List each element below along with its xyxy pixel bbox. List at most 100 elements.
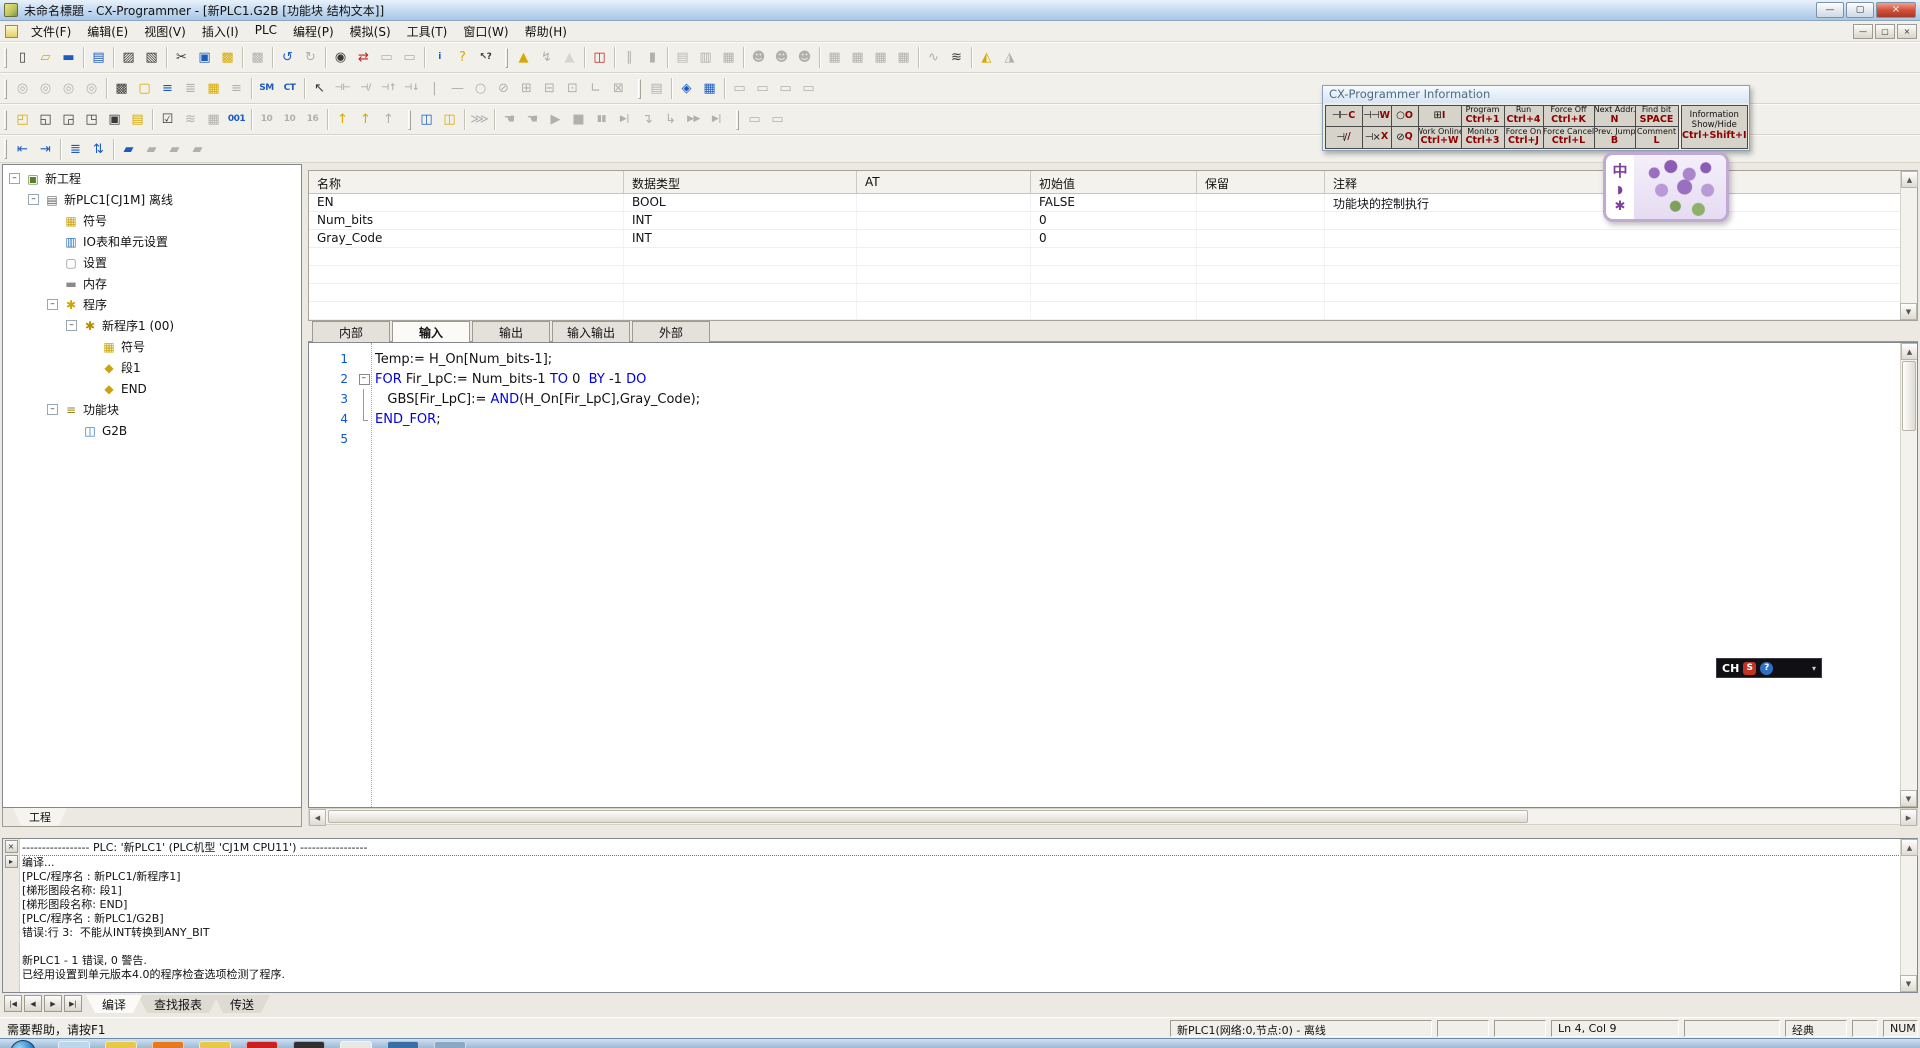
information-show-hide-cell[interactable]: Information Show/Hide Ctrl+Shift+I <box>1681 105 1747 149</box>
output-tab-1[interactable]: 查找报表 <box>138 995 218 1013</box>
instruction-icon[interactable]: ⊞ <box>515 78 538 100</box>
auto-online-icon[interactable]: ◫ <box>438 109 461 131</box>
menu-6[interactable]: 模拟(S) <box>342 21 399 42</box>
binary-view-icon[interactable]: 001 <box>225 109 248 131</box>
contact-no-icon[interactable]: ⊣⊢ <box>331 78 354 100</box>
tree-item-8[interactable]: ▦符号 <box>3 336 301 357</box>
ime-language-icon[interactable]: 中 <box>1612 160 1627 181</box>
taskbar-app-icon[interactable] <box>387 1041 419 1048</box>
list-view-icon[interactable]: ≣ <box>64 138 87 160</box>
save-icon[interactable]: ▬ <box>57 47 80 69</box>
output-tab-0[interactable]: 编译 <box>86 995 142 1013</box>
taskbar-app-icon[interactable] <box>434 1041 466 1048</box>
fb-library-icon[interactable]: ◈ <box>675 78 698 100</box>
program-transfer-icon[interactable]: ▤ <box>645 78 668 100</box>
closed-coil-icon[interactable]: ⊘Q <box>1391 126 1419 149</box>
output-scrollbar[interactable]: ▲ ▼ <box>1900 839 1917 992</box>
trace-icon[interactable]: ∿ <box>922 47 945 69</box>
keyboard-map-1-icon[interactable]: ▭ <box>743 109 766 131</box>
next-tab-icon[interactable]: ▶ <box>44 995 62 1012</box>
open-file-icon[interactable]: ▱ <box>34 47 57 69</box>
error-lightning-icon[interactable]: ↯ <box>535 47 558 69</box>
grid-toggle-icon[interactable]: ▩ <box>110 78 133 100</box>
tree-item-0[interactable]: –▣新工程 <box>3 168 301 189</box>
monitor-compare-icon[interactable]: ↑ <box>354 109 377 131</box>
context-help-icon[interactable]: ↖? <box>474 47 497 69</box>
scroll-down-icon[interactable]: ▼ <box>1900 303 1917 320</box>
ime-moon-icon[interactable]: ◗ <box>1617 183 1623 196</box>
tree-item-1[interactable]: –▤新PLC1[CJ1M] 离线 <box>3 189 301 210</box>
info-cell-next-addr-[interactable]: Next Addr.N <box>1594 105 1636 128</box>
mdi-child-icon[interactable] <box>5 25 18 38</box>
hex-view-icon[interactable]: 16 <box>301 109 324 131</box>
editor-vertical-scrollbar[interactable]: ▲ ▼ <box>1900 343 1917 807</box>
force-off-hand-icon[interactable]: ☚ <box>521 109 544 131</box>
replace-icon[interactable]: ⇄ <box>352 47 375 69</box>
online-edit-begin-icon[interactable]: ☻ <box>747 47 770 69</box>
menu-8[interactable]: 窗口(W) <box>455 21 516 42</box>
tree-item-11[interactable]: –≡功能块 <box>3 399 301 420</box>
info-cell-program[interactable]: ProgramCtrl+1 <box>1461 105 1505 128</box>
toolbar-handle[interactable] <box>505 48 508 68</box>
stop-mode-icon[interactable]: ■ <box>567 109 590 131</box>
taskbar-app-icon[interactable] <box>199 1041 231 1048</box>
tree-item-9[interactable]: ◆段1 <box>3 357 301 378</box>
bookmark-next-icon[interactable]: ▰ <box>140 138 163 160</box>
language-bar-options-icon[interactable]: ▾ <box>1812 664 1816 673</box>
find-icon[interactable]: ◉ <box>329 47 352 69</box>
taskbar-app-icon[interactable] <box>152 1041 184 1048</box>
error-log-icon[interactable]: ▲ <box>512 47 535 69</box>
or-contact-icon[interactable]: ⊣⊣W <box>1362 105 1392 128</box>
scan-run-icon[interactable]: ▶| <box>705 109 728 131</box>
child-close-button[interactable]: × <box>1897 24 1917 39</box>
keyboard-map-2-icon[interactable]: ▭ <box>766 109 789 131</box>
time-chart-icon[interactable]: ▦ <box>869 47 892 69</box>
scroll-up-icon[interactable]: ▲ <box>1901 839 1918 856</box>
tree-expander-icon[interactable]: – <box>9 173 20 184</box>
tree-expander-icon[interactable]: – <box>28 194 39 205</box>
copy-icon[interactable]: ▣ <box>193 47 216 69</box>
taskbar-app-icon[interactable] <box>340 1041 372 1048</box>
info-cell-prev-jump[interactable]: Prev. JumpB <box>1594 126 1636 149</box>
step-out-icon[interactable]: ↳ <box>659 109 682 131</box>
tab-project[interactable]: 工程 <box>13 808 67 826</box>
info-cell-force-cancel[interactable]: Force CancelCtrl+L <box>1543 126 1595 149</box>
online-edit-cancel-icon[interactable]: ☻ <box>793 47 816 69</box>
taskbar-app-icon[interactable] <box>246 1041 278 1048</box>
child-restore-button[interactable]: ▢ <box>1875 24 1895 39</box>
code-line-3[interactable]: 3 GBS[Fir_LpC]:= AND(H_On[Fir_LpC],Gray_… <box>309 389 1917 409</box>
tree-item-12[interactable]: ◫G2B <box>3 420 301 441</box>
scrollbar-thumb[interactable] <box>328 810 1528 823</box>
tree-expander-icon[interactable]: – <box>47 299 58 310</box>
taskbar-app-icon[interactable] <box>105 1041 137 1048</box>
fb-tab-4[interactable]: 外部 <box>632 321 710 342</box>
info-cell-find-bit[interactable]: Find bitSPACE <box>1635 105 1679 128</box>
continuous-run-icon[interactable]: ▶▶ <box>682 109 705 131</box>
info-cell-force-off[interactable]: Force OffCtrl+K <box>1543 105 1595 128</box>
zoom-fit-icon[interactable]: ◎ <box>11 78 34 100</box>
first-tab-icon[interactable]: |◀ <box>4 995 22 1012</box>
select-tool-icon[interactable]: ↖ <box>308 78 331 100</box>
indent-left-icon[interactable]: ⇤ <box>11 138 34 160</box>
trace-chart-icon[interactable]: ≋ <box>945 47 968 69</box>
contact-nc-icon[interactable]: ⊣/ <box>354 78 377 100</box>
program-upload-icon[interactable]: ▥ <box>694 47 717 69</box>
online-check-icon[interactable]: ▦ <box>202 109 225 131</box>
print-icon[interactable]: ▨ <box>117 47 140 69</box>
windows-taskbar[interactable] <box>0 1038 1920 1048</box>
pause-mode-icon[interactable]: ▮▮ <box>590 109 613 131</box>
page-setup-icon[interactable]: ▤ <box>87 47 110 69</box>
zoom-100-icon[interactable]: ◎ <box>80 78 103 100</box>
table-row-empty[interactable] <box>309 248 1917 266</box>
mnemonic-view-icon[interactable]: ≡ <box>225 78 248 100</box>
horizontal-line-icon[interactable]: — <box>446 78 469 100</box>
scroll-up-icon[interactable]: ▲ <box>1901 343 1918 360</box>
coil-closed-icon[interactable]: ⊘ <box>492 78 515 100</box>
compile-all-icon[interactable]: ≋ <box>179 109 202 131</box>
work-online-icon[interactable]: ◫ <box>415 109 438 131</box>
coil-icon[interactable]: ○ <box>469 78 492 100</box>
column-header-3[interactable]: 初始值 <box>1031 171 1197 193</box>
properties-icon[interactable]: ◮ <box>998 47 1021 69</box>
ime-s-icon[interactable]: S <box>1743 662 1756 675</box>
ladder-view-icon[interactable]: ▦ <box>202 78 225 100</box>
